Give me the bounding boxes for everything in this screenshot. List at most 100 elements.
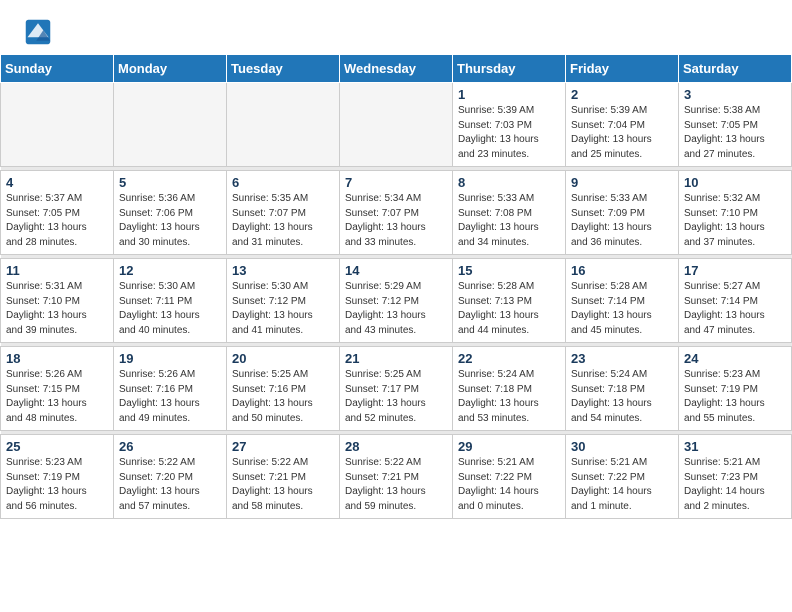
day-number: 27 (232, 439, 334, 454)
day-number: 22 (458, 351, 560, 366)
day-info: Sunrise: 5:24 AM Sunset: 7:18 PM Dayligh… (571, 368, 673, 426)
calendar-cell: 12Sunrise: 5:30 AM Sunset: 7:11 PM Dayli… (114, 259, 227, 343)
day-info: Sunrise: 5:32 AM Sunset: 7:10 PM Dayligh… (684, 192, 786, 250)
day-info: Sunrise: 5:31 AM Sunset: 7:10 PM Dayligh… (6, 280, 108, 338)
day-number: 21 (345, 351, 447, 366)
calendar-cell: 25 Sunrise: 5:23 AM Sunset: 7:19 PM Dayli… (1, 435, 114, 519)
calendar-cell: 15Sunrise: 5:28 AM Sunset: 7:13 PM Dayli… (453, 259, 566, 343)
calendar-cell: 8Sunrise: 5:33 AM Sunset: 7:08 PM Daylig… (453, 171, 566, 255)
day-number: 16 (571, 263, 673, 278)
day-info: Sunrise: 5:34 AM Sunset: 7:07 PM Dayligh… (345, 192, 447, 250)
day-number: 2 (571, 87, 673, 102)
day-info: Sunrise: 5:38 AM Sunset: 7:05 PM Dayligh… (684, 104, 786, 162)
day-number: 5 (119, 175, 221, 190)
day-number: 10 (684, 175, 786, 190)
weekday-header-saturday: Saturday (679, 55, 792, 83)
calendar-cell: 3 Sunrise: 5:38 AM Sunset: 7:05 PM Daylig… (679, 83, 792, 167)
day-number: 14 (345, 263, 447, 278)
day-info: Sunrise: 5:39 AM Sunset: 7:03 PM Dayligh… (458, 104, 560, 162)
day-info: Sunrise: 5:26 AM Sunset: 7:16 PM Dayligh… (119, 368, 221, 426)
weekday-header-thursday: Thursday (453, 55, 566, 83)
day-number: 6 (232, 175, 334, 190)
calendar-cell: 5 Sunrise: 5:36 AM Sunset: 7:06 PM Daylig… (114, 171, 227, 255)
day-info: Sunrise: 5:21 AM Sunset: 7:22 PM Dayligh… (458, 456, 560, 514)
day-info: Sunrise: 5:21 AM Sunset: 7:22 PM Dayligh… (571, 456, 673, 514)
day-info: Sunrise: 5:22 AM Sunset: 7:20 PM Dayligh… (119, 456, 221, 514)
calendar-cell: 6 Sunrise: 5:35 AM Sunset: 7:07 PM Daylig… (227, 171, 340, 255)
day-number: 1 (458, 87, 560, 102)
logo-icon (24, 18, 52, 46)
day-number: 24 (684, 351, 786, 366)
day-info: Sunrise: 5:35 AM Sunset: 7:07 PM Dayligh… (232, 192, 334, 250)
calendar-cell: 1 Sunrise: 5:39 AM Sunset: 7:03 PM Daylig… (453, 83, 566, 167)
calendar-cell: 23 Sunrise: 5:24 AM Sunset: 7:18 PM Dayli… (566, 347, 679, 431)
weekday-header-monday: Monday (114, 55, 227, 83)
calendar-cell: 28 Sunrise: 5:22 AM Sunset: 7:21 PM Dayli… (340, 435, 453, 519)
day-info: Sunrise: 5:27 AM Sunset: 7:14 PM Dayligh… (684, 280, 786, 338)
day-number: 8 (458, 175, 560, 190)
day-info: Sunrise: 5:23 AM Sunset: 7:19 PM Dayligh… (684, 368, 786, 426)
calendar-cell (227, 83, 340, 167)
calendar-cell: 22 Sunrise: 5:24 AM Sunset: 7:18 PM Dayli… (453, 347, 566, 431)
day-number: 28 (345, 439, 447, 454)
calendar-cell: 21 Sunrise: 5:25 AM Sunset: 7:17 PM Dayli… (340, 347, 453, 431)
day-number: 7 (345, 175, 447, 190)
day-info: Sunrise: 5:25 AM Sunset: 7:17 PM Dayligh… (345, 368, 447, 426)
day-number: 31 (684, 439, 786, 454)
calendar-cell: 2 Sunrise: 5:39 AM Sunset: 7:04 PM Daylig… (566, 83, 679, 167)
calendar-cell: 7 Sunrise: 5:34 AM Sunset: 7:07 PM Daylig… (340, 171, 453, 255)
day-info: Sunrise: 5:28 AM Sunset: 7:14 PM Dayligh… (571, 280, 673, 338)
day-number: 11 (6, 263, 108, 278)
day-info: Sunrise: 5:26 AM Sunset: 7:15 PM Dayligh… (6, 368, 108, 426)
weekday-header-sunday: Sunday (1, 55, 114, 83)
day-info: Sunrise: 5:22 AM Sunset: 7:21 PM Dayligh… (232, 456, 334, 514)
day-number: 19 (119, 351, 221, 366)
calendar-cell: 9Sunrise: 5:33 AM Sunset: 7:09 PM Daylig… (566, 171, 679, 255)
day-number: 17 (684, 263, 786, 278)
calendar-cell: 27 Sunrise: 5:22 AM Sunset: 7:21 PM Dayli… (227, 435, 340, 519)
day-number: 3 (684, 87, 786, 102)
day-info: Sunrise: 5:37 AM Sunset: 7:05 PM Dayligh… (6, 192, 108, 250)
day-info: Sunrise: 5:36 AM Sunset: 7:06 PM Dayligh… (119, 192, 221, 250)
calendar-cell: 11 Sunrise: 5:31 AM Sunset: 7:10 PM Dayli… (1, 259, 114, 343)
day-number: 13 (232, 263, 334, 278)
calendar-table: SundayMondayTuesdayWednesdayThursdayFrid… (0, 54, 792, 519)
day-number: 4 (6, 175, 108, 190)
calendar-cell (340, 83, 453, 167)
day-info: Sunrise: 5:21 AM Sunset: 7:23 PM Dayligh… (684, 456, 786, 514)
weekday-header-friday: Friday (566, 55, 679, 83)
logo (24, 18, 56, 46)
calendar-cell: 4 Sunrise: 5:37 AM Sunset: 7:05 PM Daylig… (1, 171, 114, 255)
day-number: 25 (6, 439, 108, 454)
day-info: Sunrise: 5:29 AM Sunset: 7:12 PM Dayligh… (345, 280, 447, 338)
weekday-header-tuesday: Tuesday (227, 55, 340, 83)
day-number: 23 (571, 351, 673, 366)
day-number: 18 (6, 351, 108, 366)
day-info: Sunrise: 5:24 AM Sunset: 7:18 PM Dayligh… (458, 368, 560, 426)
calendar-cell: 29 Sunrise: 5:21 AM Sunset: 7:22 PM Dayli… (453, 435, 566, 519)
day-info: Sunrise: 5:39 AM Sunset: 7:04 PM Dayligh… (571, 104, 673, 162)
calendar-cell (114, 83, 227, 167)
day-info: Sunrise: 5:22 AM Sunset: 7:21 PM Dayligh… (345, 456, 447, 514)
calendar-cell: 19 Sunrise: 5:26 AM Sunset: 7:16 PM Dayli… (114, 347, 227, 431)
weekday-header-wednesday: Wednesday (340, 55, 453, 83)
calendar-cell: 13 Sunrise: 5:30 AM Sunset: 7:12 PM Dayli… (227, 259, 340, 343)
calendar-cell: 24 Sunrise: 5:23 AM Sunset: 7:19 PM Dayli… (679, 347, 792, 431)
calendar-cell: 17 Sunrise: 5:27 AM Sunset: 7:14 PM Dayli… (679, 259, 792, 343)
day-number: 30 (571, 439, 673, 454)
calendar-cell: 18 Sunrise: 5:26 AM Sunset: 7:15 PM Dayli… (1, 347, 114, 431)
day-number: 20 (232, 351, 334, 366)
calendar-cell: 16 Sunrise: 5:28 AM Sunset: 7:14 PM Dayli… (566, 259, 679, 343)
day-number: 29 (458, 439, 560, 454)
day-info: Sunrise: 5:30 AM Sunset: 7:11 PM Dayligh… (119, 280, 221, 338)
day-info: Sunrise: 5:30 AM Sunset: 7:12 PM Dayligh… (232, 280, 334, 338)
calendar-cell: 10 Sunrise: 5:32 AM Sunset: 7:10 PM Dayli… (679, 171, 792, 255)
calendar-cell: 26 Sunrise: 5:22 AM Sunset: 7:20 PM Dayli… (114, 435, 227, 519)
day-info: Sunrise: 5:28 AM Sunset: 7:13 PM Dayligh… (458, 280, 560, 338)
calendar-cell (1, 83, 114, 167)
day-info: Sunrise: 5:25 AM Sunset: 7:16 PM Dayligh… (232, 368, 334, 426)
calendar-cell: 14 Sunrise: 5:29 AM Sunset: 7:12 PM Dayli… (340, 259, 453, 343)
day-info: Sunrise: 5:33 AM Sunset: 7:09 PM Dayligh… (571, 192, 673, 250)
day-number: 26 (119, 439, 221, 454)
day-info: Sunrise: 5:23 AM Sunset: 7:19 PM Dayligh… (6, 456, 108, 514)
